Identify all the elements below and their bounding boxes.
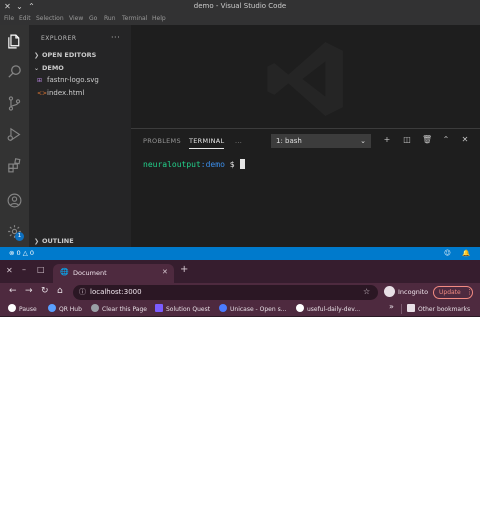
address-bar[interactable]: ⓘ localhost:3000 ☆ [73,285,378,300]
update-button[interactable]: Update ⋮ [433,286,473,299]
incognito-icon [384,286,395,297]
run-debug-icon[interactable] [6,126,23,143]
settings-update-badge: 1 [15,232,24,241]
menu-go[interactable]: Go [89,15,97,22]
page-content[interactable] [0,317,480,522]
prompt-symbol: $ [224,160,240,169]
explorer-header: EXPLORER [41,35,77,42]
solution-quest-icon [155,304,163,312]
bookmarks-overflow-icon[interactable]: » [389,302,394,311]
maximize-icon[interactable]: □ [37,265,45,274]
tab-more[interactable]: ... [235,137,242,145]
vscode-titlebar: ✕ ⌄ ⌃ demo - Visual Studio Code [0,0,480,13]
chevron-right-icon: ❯ [34,52,40,59]
menu-edit[interactable]: Edit [19,15,31,22]
search-icon[interactable] [6,63,23,80]
demo-folder-section[interactable]: ⌄ DEMO [34,64,64,72]
bookmark-item[interactable]: useful-daily-dev... [296,304,360,313]
reload-icon[interactable]: ↻ [41,286,49,296]
window-title: demo - Visual Studio Code [193,2,287,10]
extensions-icon[interactable] [6,157,23,174]
vscode-logo-watermark [267,42,343,116]
pause-icon [8,304,16,312]
minimize-icon[interactable]: – [22,265,26,274]
tab-problems[interactable]: PROBLEMS [143,137,181,145]
svg-file-icon: ⊞ [37,77,43,84]
source-control-icon[interactable] [6,95,23,112]
menu-selection[interactable]: Selection [36,15,64,22]
unicase-icon [219,304,227,312]
forward-arrow-icon[interactable]: → [25,286,33,296]
account-icon[interactable] [6,192,23,209]
warning-icon: △ [22,249,28,257]
close-panel-icon[interactable]: ✕ [460,135,470,145]
error-icon: ⊗ [9,249,15,257]
maximize-panel-icon[interactable]: ⌃ [441,135,451,145]
split-terminal-icon[interactable]: ◫ [402,135,412,145]
trash-icon[interactable]: 🗑 [422,135,432,145]
bookmark-item[interactable]: QR Hub [48,304,82,313]
activity-bar [0,25,29,247]
editor-area[interactable] [131,25,480,128]
globe-icon [91,304,99,312]
outline-section[interactable]: ❯ OUTLINE [34,237,74,245]
terminal-cursor [240,159,246,169]
file-item-svg[interactable]: ⊞ fastnr-logo.svg [37,76,99,84]
chrome-window: ✕ – □ 🌐 Document ✕ + ← → ↻ ⌂ ⓘ localhost… [0,260,480,522]
menu-dots-icon: ⋮ [466,288,473,296]
status-bar: ⊗ 0 △ 0 ☺ 🔔 [0,247,480,260]
prompt-path: :demo [200,160,225,169]
menubar: File Edit Selection View Go Run Terminal… [0,13,480,25]
bookmark-item[interactable]: Solution Quest [155,304,210,313]
bookmarks-bar: Pause QR Hub Clear this Page Solution Qu… [0,302,480,317]
feedback-icon[interactable]: ☺ [444,249,451,257]
tab-close-icon[interactable]: ✕ [162,268,168,276]
file-item-html[interactable]: <>index.html [37,89,84,97]
more-actions-icon[interactable]: ··· [111,33,120,42]
explorer-sidebar: EXPLORER ··· ❯ OPEN EDITORS ⌄ DEMO ⊞ fastnr… [29,25,131,247]
close-icon[interactable]: ✕ [6,266,13,275]
chevron-down-icon: ⌄ [360,137,366,145]
globe-icon: 🌐 [60,268,69,276]
terminal-select[interactable]: 1: bash ⌄ [271,134,371,148]
bookmark-item[interactable]: Clear this Page [91,304,147,313]
problems-status[interactable]: ⊗ 0 △ 0 [9,249,34,257]
back-arrow-icon[interactable]: ← [9,286,17,296]
tab-strip: ✕ – □ 🌐 Document ✕ + [0,260,480,283]
menu-terminal[interactable]: Terminal [122,15,147,22]
qr-hub-icon [48,304,56,312]
bookmark-item[interactable]: Pause [8,304,37,313]
menu-view[interactable]: View [69,15,83,22]
bookmark-star-icon[interactable]: ☆ [363,287,370,296]
terminal-panel: PROBLEMS TERMINAL ... 1: bash ⌄ + ◫ 🗑 ⌃ … [131,128,480,247]
bookmarks-divider [401,304,402,314]
menu-run[interactable]: Run [104,15,116,22]
terminal-prompt[interactable]: neuraloutput:demo $ [143,159,246,169]
tab-document[interactable]: 🌐 Document ✕ [53,264,174,283]
chevron-down-icon: ⌄ [34,65,40,72]
home-icon[interactable]: ⌂ [57,286,63,296]
tab-terminal[interactable]: TERMINAL [189,137,225,149]
incognito-label: Incognito [398,288,429,296]
open-editors-section[interactable]: ❯ OPEN EDITORS [34,51,96,59]
prompt-user: neuraloutput [143,160,201,169]
other-bookmarks[interactable]: Other bookmarks [407,304,470,313]
chevron-right-icon: ❯ [34,238,40,245]
new-tab-icon[interactable]: + [180,264,188,275]
html-file-icon: <> [37,90,48,97]
browser-toolbar: ← → ↻ ⌂ ⓘ localhost:3000 ☆ Incognito Upd… [0,283,480,302]
url-text: localhost:3000 [90,288,142,296]
menu-help[interactable]: Help [152,15,166,22]
vscode-window: ✕ ⌄ ⌃ demo - Visual Studio Code File Edi… [0,0,480,260]
notifications-bell-icon[interactable]: 🔔 [462,249,470,257]
github-icon [296,304,304,312]
folder-icon [407,304,415,312]
files-icon[interactable] [6,33,23,50]
menu-file[interactable]: File [4,15,14,22]
bookmark-item[interactable]: Unicase - Open s... [219,304,286,313]
new-terminal-icon[interactable]: + [382,135,392,145]
info-icon[interactable]: ⓘ [79,287,86,297]
